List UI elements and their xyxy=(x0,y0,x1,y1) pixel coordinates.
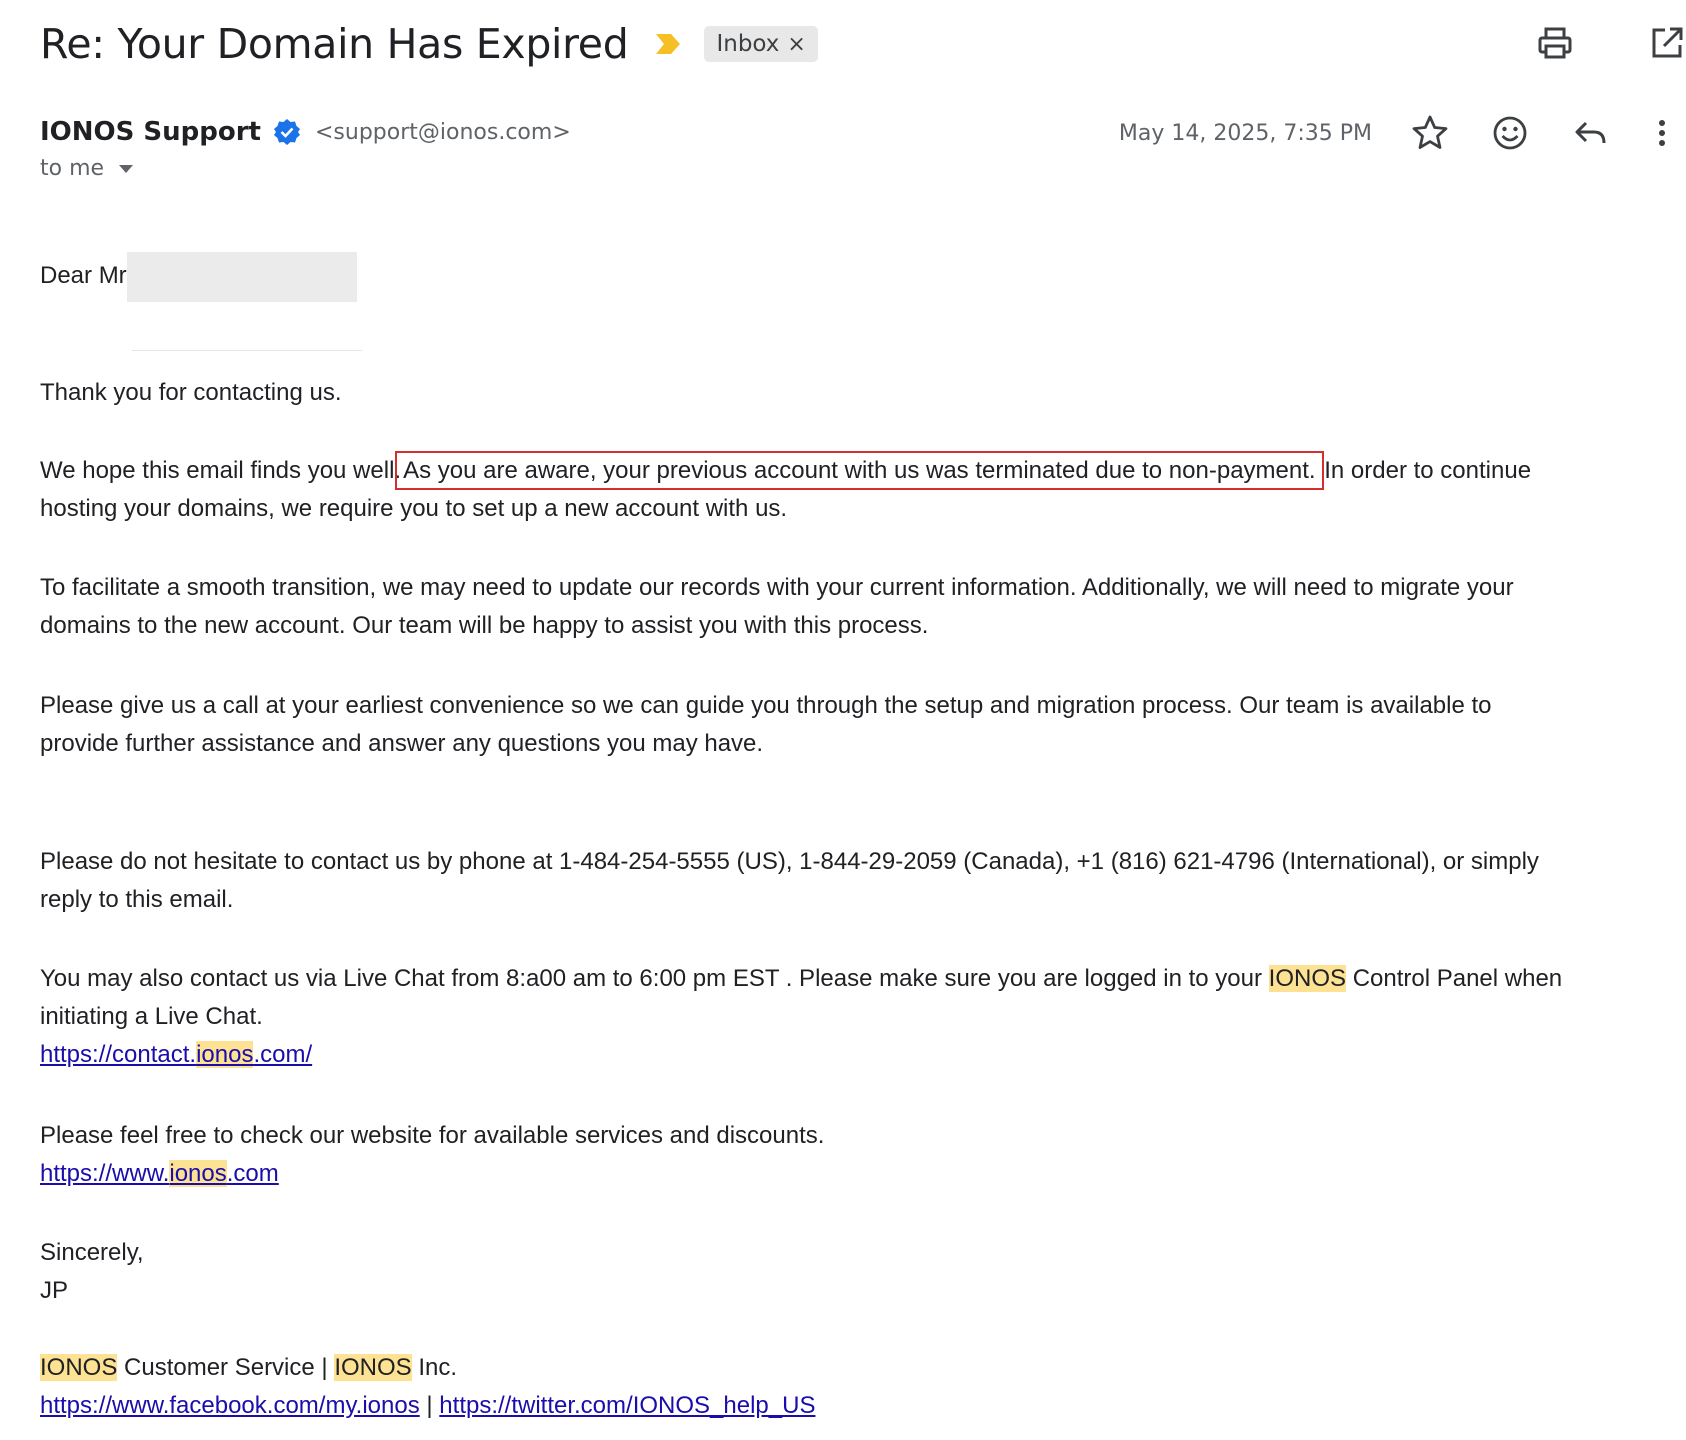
sender-email: <support@ionos.com> xyxy=(315,119,571,145)
recipient-label: to me xyxy=(40,156,105,181)
signature-brand: IONOS xyxy=(334,1354,412,1381)
website-link-highlight[interactable]: ionos xyxy=(169,1160,227,1187)
website-link-part[interactable]: https://www. xyxy=(40,1160,169,1187)
star-icon[interactable] xyxy=(1410,113,1450,153)
header-actions xyxy=(1536,24,1686,62)
paragraph-6: Please feel free to check our website fo… xyxy=(40,1117,1686,1193)
signoff-line: Sincerely, xyxy=(40,1239,144,1266)
emoji-reaction-icon[interactable] xyxy=(1490,113,1530,153)
contact-link-highlight[interactable]: ionos xyxy=(196,1041,254,1068)
verified-badge-icon xyxy=(274,119,300,145)
p5-end: Control Panel when xyxy=(1352,965,1563,992)
contact-link-part[interactable]: https://contact. xyxy=(40,1041,196,1068)
paragraph-1-line-1: We hope this email finds you well.As you… xyxy=(40,451,1686,490)
twitter-link[interactable]: https://twitter.com/IONOS_help_US xyxy=(439,1392,815,1419)
signature: IONOS Customer Service | IONOS Inc. http… xyxy=(40,1349,1686,1425)
social-links: https://www.facebook.com/my.ionos | http… xyxy=(40,1387,1686,1425)
thanks-paragraph: Thank you for contacting us. xyxy=(40,379,342,406)
paragraph-1: We hope this email finds you well.As you… xyxy=(40,451,1686,528)
greeting: Dear Mr xyxy=(40,262,127,289)
email-subject: Re: Your Domain Has Expired xyxy=(40,20,629,68)
contact-link-part[interactable]: .com/ xyxy=(253,1041,312,1068)
paragraph-5: You may also contact us via Live Chat fr… xyxy=(40,960,1686,1074)
signoff: Sincerely, JP xyxy=(40,1234,1686,1310)
facebook-link[interactable]: https://www.facebook.com/my.ionos xyxy=(40,1392,420,1419)
paragraph-3: Please give us a call at your earliest c… xyxy=(40,687,1686,763)
website-link[interactable]: https://www.ionos.com xyxy=(40,1155,1686,1193)
inbox-label: Inbox xyxy=(716,31,780,57)
subject-row: Re: Your Domain Has Expired Inbox × xyxy=(40,14,818,74)
paragraph-3-line-2: provide further assistance and answer an… xyxy=(40,730,764,757)
greeting-line: Dear Mr xyxy=(40,248,1686,304)
paragraph-2: To facilitate a smooth transition, we ma… xyxy=(40,569,1686,645)
redaction-underline xyxy=(132,350,362,351)
brand-highlight: IONOS xyxy=(1268,965,1347,992)
signature-end: Inc. xyxy=(418,1354,458,1381)
paragraph-5-line-2: initiating a Live Chat. xyxy=(40,1003,263,1030)
link-separator: | xyxy=(426,1392,433,1419)
more-vertical-icon[interactable] xyxy=(1650,113,1674,153)
paragraph-2-line-1: To facilitate a smooth transition, we ma… xyxy=(40,574,1514,601)
paragraph-4-line-1: Please do not hesitate to contact us by … xyxy=(40,848,1539,875)
chevron-down-icon[interactable] xyxy=(118,164,134,174)
paragraph-5-line-1: You may also contact us via Live Chat fr… xyxy=(40,960,1686,998)
sender-row: IONOS Support <support@ionos.com> xyxy=(40,112,571,152)
signer-name: JP xyxy=(40,1277,69,1304)
email-date: May 14, 2025, 7:35 PM xyxy=(1118,120,1372,146)
signature-brand: IONOS xyxy=(40,1354,118,1381)
reply-icon[interactable] xyxy=(1570,113,1610,153)
recipient-row[interactable]: to me xyxy=(40,156,134,181)
highlighted-claim: As you are aware, your previous account … xyxy=(395,451,1324,490)
website-link-part[interactable]: .com xyxy=(227,1160,279,1187)
p1-end: In order to continue xyxy=(1324,457,1532,484)
sender-name[interactable]: IONOS Support xyxy=(40,117,261,147)
remove-label-icon[interactable]: × xyxy=(787,32,805,57)
print-icon[interactable] xyxy=(1536,24,1574,62)
paragraph-4-line-2: reply to this email. xyxy=(40,886,234,913)
redacted-name xyxy=(126,251,357,302)
importance-marker-icon[interactable] xyxy=(654,32,682,56)
signature-line: IONOS Customer Service | IONOS Inc. xyxy=(40,1349,1686,1387)
paragraph-2-line-2: domains to the new account. Our team wil… xyxy=(40,612,929,639)
email-view: Re: Your Domain Has Expired Inbox × IONO… xyxy=(0,0,1686,1440)
paragraph-3-line-1: Please give us a call at your earliest c… xyxy=(40,692,1492,719)
p5-start: You may also contact us via Live Chat fr… xyxy=(40,965,1262,992)
p1-start: We hope this email finds you well. xyxy=(40,457,402,484)
paragraph-6-line-1: Please feel free to check our website fo… xyxy=(40,1122,825,1149)
signature-mid: Customer Service | xyxy=(124,1354,328,1381)
message-meta: May 14, 2025, 7:35 PM xyxy=(1119,108,1686,158)
paragraph-4: Please do not hesitate to contact us by … xyxy=(40,843,1686,919)
inbox-label-chip[interactable]: Inbox × xyxy=(704,26,818,62)
open-in-new-window-icon[interactable] xyxy=(1648,24,1686,62)
paragraph-1-line-2: hosting your domains, we require you to … xyxy=(40,495,788,522)
contact-link[interactable]: https://contact.ionos.com/ xyxy=(40,1036,1686,1074)
